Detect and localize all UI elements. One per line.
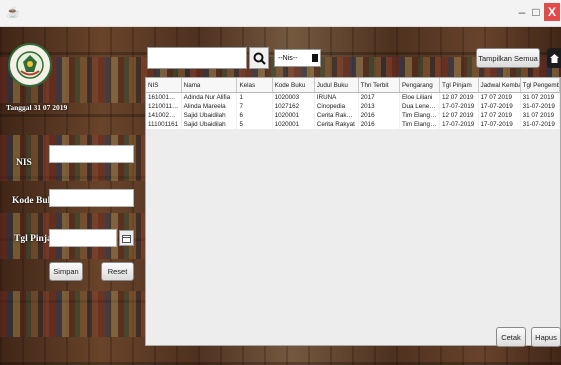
- minimize-button[interactable]: –: [516, 3, 528, 21]
- cell-jadwal-kembali: 17 07 2019: [478, 92, 521, 102]
- cell-kelas: 5: [236, 120, 273, 129]
- cell-pengarang: Tim Elanggar F...: [399, 111, 441, 120]
- search-button[interactable]: [249, 47, 269, 69]
- close-button[interactable]: X: [544, 3, 560, 21]
- school-emblem-icon: [16, 51, 44, 79]
- cell-kelas: 1: [236, 92, 273, 102]
- column-header[interactable]: Tgl Pengembalian: [520, 78, 560, 93]
- kode-buku-field[interactable]: [49, 189, 134, 207]
- cell-jadwal-kembali: 17-07-2019: [478, 102, 521, 111]
- cell-pengarang: Eloe Liliani: [399, 92, 441, 102]
- column-header[interactable]: Nama: [181, 78, 238, 93]
- cell-tgl-pengembalian: 31-07-2019: [520, 120, 560, 129]
- data-table-panel: NIS Nama Kelas Kode Buku Judul Buku Thn …: [145, 77, 561, 346]
- cell-tgl-pinjam: 17-07-2019: [439, 102, 479, 111]
- table-row[interactable]: 161001037 Adinda Nur Alifia 1 1020003 IR…: [146, 92, 560, 102]
- table-row[interactable]: 111001161 Sajid Ubaidilah 5 1020001 Ceri…: [146, 120, 560, 129]
- loan-table: NIS Nama Kelas Kode Buku Judul Buku Thn …: [146, 78, 560, 129]
- nis-label: NIS: [16, 158, 32, 168]
- coffee-cup-icon: ☕: [6, 7, 20, 19]
- column-header[interactable]: Kode Buku: [272, 78, 315, 93]
- cell-tgl-pinjam: 17-07-2019: [439, 120, 479, 129]
- cell-nis: 141002163: [146, 111, 182, 120]
- cell-jadwal-kembali: 17-07-2019: [478, 120, 521, 129]
- school-logo: [8, 43, 52, 87]
- cell-thn-terbit: 2016: [358, 120, 400, 129]
- main-panel: Tanggal 31 07 2019 NIS Kode Buku Tgl Pin…: [0, 27, 561, 365]
- cell-tgl-pengembalian: 31 07 2019: [520, 92, 560, 102]
- cell-kelas: 7: [236, 102, 273, 111]
- title-bar: ☕ – □ X: [0, 0, 561, 27]
- tampilkan-semua-button[interactable]: Tampilkan Semua: [476, 48, 540, 68]
- cell-nis: 121001131: [146, 102, 182, 111]
- cell-pengarang: Dua Lenesen: [399, 102, 441, 111]
- cell-tgl-pengembalian: 31 07 2019: [520, 111, 560, 120]
- cell-thn-terbit: 2016: [358, 111, 400, 120]
- cell-judul-buku: Cerita Rakyat: [314, 120, 359, 129]
- cell-judul-buku: Cerita Rakyat ...: [314, 111, 359, 120]
- cell-tgl-pinjam: 12 07 2019: [439, 111, 479, 120]
- cell-pengarang: Tim Elanggar F: [399, 120, 441, 129]
- cell-nama: Sajid Ubaidilah: [181, 120, 238, 129]
- column-header[interactable]: Tgl Pinjam: [439, 78, 479, 93]
- dropdown-arrow-icon: [312, 54, 318, 62]
- magnifier-icon: [253, 52, 266, 65]
- cell-nama: Sajid Ubaidilah: [181, 111, 238, 120]
- column-header[interactable]: Jadwal Kembali: [478, 78, 521, 93]
- cell-jadwal-kembali: 17 07 2019: [478, 111, 521, 120]
- home-button[interactable]: [547, 48, 561, 68]
- reset-button[interactable]: Reset: [101, 262, 134, 281]
- cell-kode-buku: 1020001: [272, 111, 315, 120]
- cell-judul-buku: IRUNA: [314, 92, 359, 102]
- cell-nis: 111001161: [146, 120, 182, 129]
- cell-tgl-pinjam: 12 07 2019: [439, 92, 479, 102]
- hapus-button[interactable]: Hapus: [531, 327, 561, 347]
- cell-judul-buku: Cinopedia: [314, 102, 359, 111]
- maximize-button[interactable]: □: [530, 3, 542, 21]
- date-label: Tanggal 31 07 2019: [6, 103, 68, 112]
- calendar-button[interactable]: [119, 230, 134, 246]
- column-header[interactable]: Thn Terbit: [358, 78, 400, 93]
- cell-kelas: 6: [236, 111, 273, 120]
- search-input[interactable]: [147, 47, 247, 69]
- column-header[interactable]: Pengarang: [399, 78, 441, 93]
- cell-nama: Adinda Nur Alifia: [181, 92, 238, 102]
- cell-nama: Alinda Mareela: [181, 102, 238, 111]
- column-header[interactable]: NIS: [146, 78, 182, 93]
- column-header[interactable]: Kelas: [236, 78, 273, 93]
- table-row[interactable]: 141002163 Sajid Ubaidilah 6 1020001 Ceri…: [146, 111, 560, 120]
- table-row[interactable]: 121001131 Alinda Mareela 7 1027162 Cinop…: [146, 102, 560, 111]
- filter-select[interactable]: --Nis--: [274, 49, 321, 67]
- column-header[interactable]: Judul Buku: [314, 78, 359, 93]
- cell-tgl-pengembalian: 31-07-2019: [520, 102, 560, 111]
- calendar-icon: [122, 234, 131, 243]
- cell-kode-buku: 1027162: [272, 102, 315, 111]
- nis-field[interactable]: [49, 145, 134, 163]
- cell-nis: 161001037: [146, 92, 182, 102]
- cell-kode-buku: 1020003: [272, 92, 315, 102]
- table-header-row: NIS Nama Kelas Kode Buku Judul Buku Thn …: [146, 78, 560, 93]
- cell-thn-terbit: 2013: [358, 102, 400, 111]
- simpan-button[interactable]: Simpan: [49, 262, 83, 281]
- home-icon: [549, 53, 559, 63]
- cell-thn-terbit: 2017: [358, 92, 400, 102]
- cetak-button[interactable]: Cetak: [496, 327, 526, 347]
- filter-select-value: --Nis--: [278, 54, 298, 62]
- cell-kode-buku: 1020001: [272, 120, 315, 129]
- tgl-pinjam-field[interactable]: [49, 229, 117, 247]
